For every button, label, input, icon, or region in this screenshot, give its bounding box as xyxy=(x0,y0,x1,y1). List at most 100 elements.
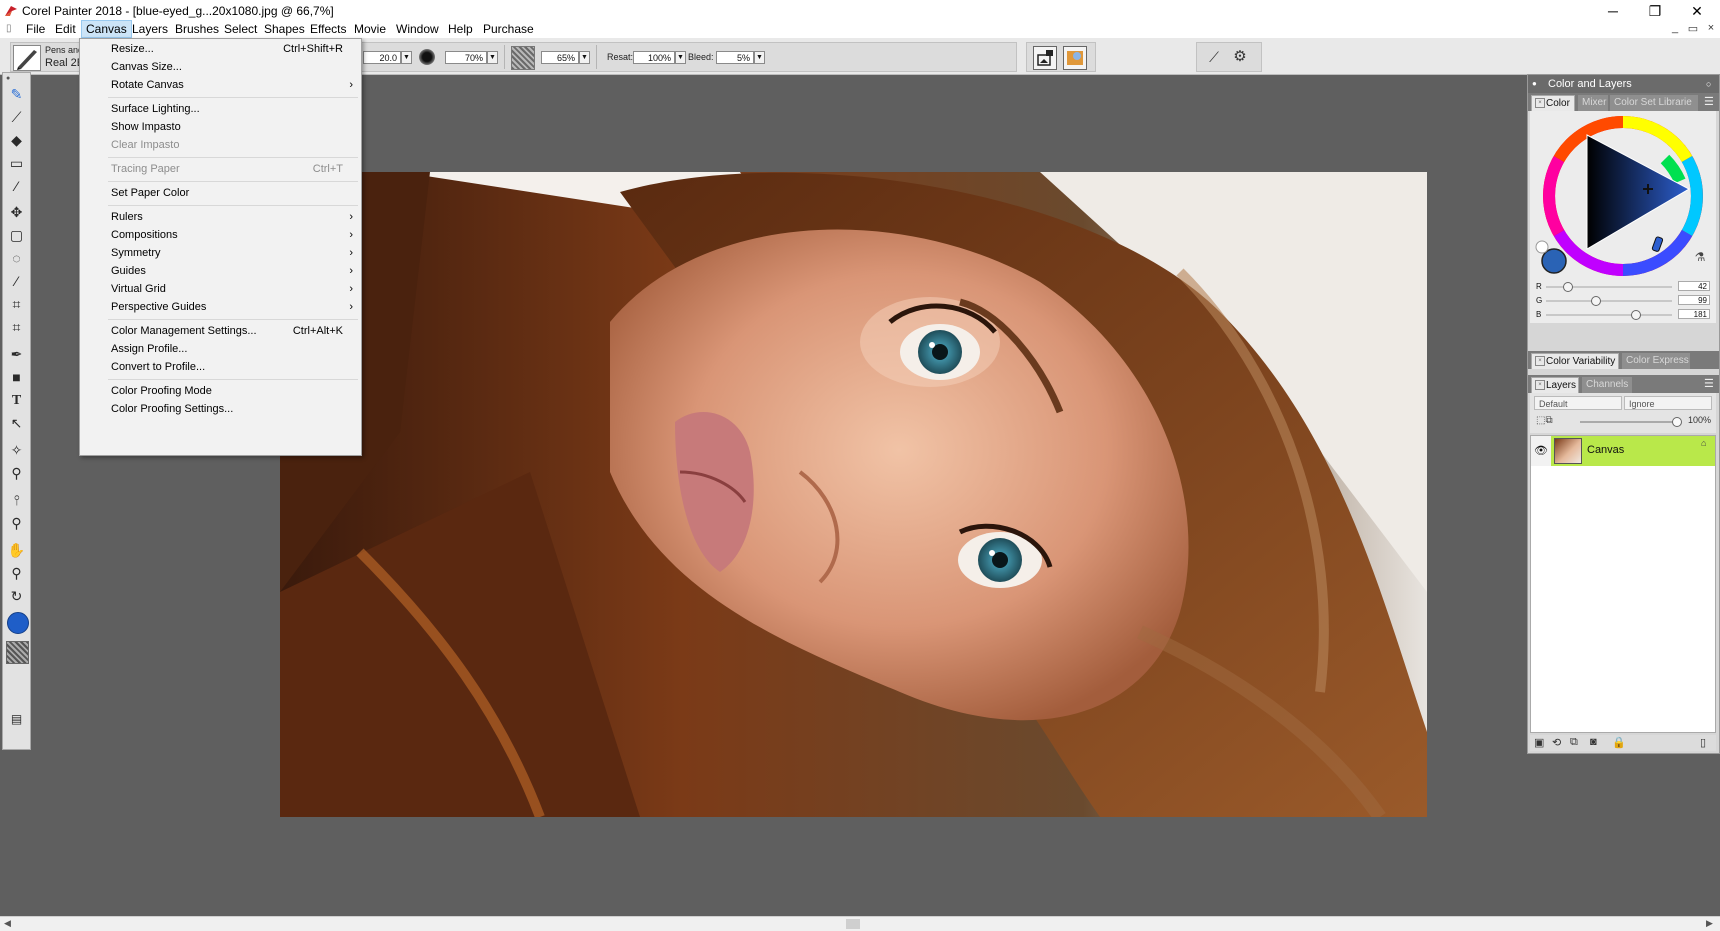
red-value-field[interactable]: 42 xyxy=(1678,281,1710,291)
dodge-tool-icon[interactable]: ⚲ xyxy=(6,464,27,483)
scroll-right-icon[interactable]: ▶ xyxy=(1706,918,1713,929)
crop-select-tool-icon[interactable]: ⌗ xyxy=(6,295,27,314)
color-wheel[interactable]: ⚗ xyxy=(1530,111,1716,279)
green-value-field[interactable]: 99 xyxy=(1678,295,1710,305)
transform-tool-icon[interactable]: ✥ xyxy=(6,203,27,222)
layer-name[interactable]: Canvas xyxy=(1587,444,1624,456)
menu-movie[interactable]: Movie xyxy=(350,21,390,37)
menu-purchase[interactable]: Purchase xyxy=(479,21,538,37)
menu-shapes[interactable]: Shapes xyxy=(260,21,309,37)
magic-wand-tool-icon[interactable]: ⁄ xyxy=(6,272,27,291)
menu-item-virtual-grid[interactable]: Virtual Grid › xyxy=(80,280,361,299)
hue-handle[interactable] xyxy=(1651,236,1664,252)
current-color-swatch[interactable] xyxy=(1541,248,1567,274)
menu-item-rulers[interactable]: Rulers › xyxy=(80,208,361,227)
opacity-track[interactable] xyxy=(1580,421,1676,423)
document-restore-button[interactable]: ▭ xyxy=(1684,22,1702,35)
green-thumb[interactable] xyxy=(1590,296,1601,306)
menu-file[interactable]: File xyxy=(22,21,49,37)
layer-mask-icon[interactable]: ◙ xyxy=(1590,736,1597,748)
grain-field[interactable]: 65% xyxy=(541,51,579,64)
blender-tool-icon[interactable]: ⁄ xyxy=(6,177,27,196)
menu-item-color-management-settings[interactable]: Color Management Settings... Ctrl+Alt+K xyxy=(80,322,361,341)
menu-item-resize[interactable]: Resize... Ctrl+Shift+R xyxy=(80,40,361,59)
panel-menu-icon[interactable]: ☰ xyxy=(1704,377,1714,390)
reference-image-icon[interactable] xyxy=(1033,46,1057,70)
layer-opacity-value[interactable]: 100% xyxy=(1688,415,1711,425)
text-tool-icon[interactable]: T xyxy=(6,391,27,410)
canvas-image[interactable] xyxy=(280,172,1427,817)
eye-visibility-icon[interactable]: 👁 xyxy=(1531,436,1551,466)
menu-edit[interactable]: Edit xyxy=(51,21,80,37)
shape-tool-icon[interactable]: ■ xyxy=(6,368,27,387)
blue-thumb[interactable] xyxy=(1631,310,1642,320)
menu-item-set-paper-color[interactable]: Set Paper Color xyxy=(80,184,361,203)
composite-depth-select[interactable]: Ignore xyxy=(1624,396,1712,410)
media-selector-icon[interactable]: ▤ xyxy=(6,710,27,729)
delete-layer-icon[interactable]: ▯ xyxy=(1700,736,1706,749)
shape-selection-tool-icon[interactable]: ↖ xyxy=(6,414,27,433)
bleed-field[interactable]: 5% xyxy=(716,51,754,64)
close-tab-icon[interactable]: × xyxy=(1535,98,1545,108)
document-minimize-button[interactable]: _ xyxy=(1666,22,1684,34)
menu-item-surface-lighting[interactable]: Surface Lighting... xyxy=(80,100,361,119)
menu-item-perspective-guides[interactable]: Perspective Guides › xyxy=(80,298,361,317)
brush-dab-icon[interactable] xyxy=(419,49,435,65)
minimize-button[interactable]: ─ xyxy=(1590,0,1636,22)
layer-row-canvas[interactable]: 👁 Canvas ⌂ xyxy=(1531,436,1715,466)
cloner-tool-icon[interactable]: ✧ xyxy=(6,441,27,460)
close-button[interactable]: ✕ xyxy=(1674,0,1720,22)
menu-item-assign-profile[interactable]: Assign Profile... xyxy=(80,340,361,359)
menu-item-rotate-canvas[interactable]: Rotate Canvas › xyxy=(80,76,361,95)
grain-dropdown-icon[interactable]: ▼ xyxy=(579,51,590,64)
close-tab-icon[interactable]: × xyxy=(1535,356,1545,366)
eraser-tool-icon[interactable]: ▭ xyxy=(6,154,27,173)
blue-value-field[interactable]: 181 xyxy=(1678,309,1710,319)
document-close-button[interactable]: × xyxy=(1702,22,1720,34)
layer-commands-icon[interactable]: ▣ xyxy=(1534,736,1544,749)
tab-mixer[interactable]: Mixer xyxy=(1578,95,1608,111)
resat-dropdown-icon[interactable]: ▼ xyxy=(675,51,686,64)
tab-color-express[interactable]: Color Express xyxy=(1622,353,1690,369)
panel-close-icon[interactable]: ○ xyxy=(1706,75,1711,93)
menu-item-color-proofing-mode[interactable]: Color Proofing Mode xyxy=(80,382,361,401)
blue-slider[interactable]: B 181 xyxy=(1536,309,1716,321)
lasso-tool-icon[interactable]: ◌ xyxy=(6,249,27,268)
gear-icon[interactable]: ⚙ xyxy=(1231,48,1249,66)
paper-grain-icon[interactable] xyxy=(511,46,535,70)
horizontal-scrollbar[interactable]: ◀ ▶ xyxy=(0,916,1720,931)
menu-window[interactable]: Window xyxy=(392,21,443,37)
menu-canvas[interactable]: Canvas xyxy=(81,20,132,38)
mirror-tool-icon[interactable]: ⫯ xyxy=(6,491,27,510)
grabber-tool-icon[interactable]: ✋ xyxy=(6,541,27,560)
bleed-dropdown-icon[interactable]: ▼ xyxy=(754,51,765,64)
layer-link-icon[interactable]: ⌂ xyxy=(1701,438,1706,448)
opacity-thumb[interactable] xyxy=(1672,417,1682,427)
brush-tracking-icon[interactable]: ⟋ xyxy=(1205,48,1223,66)
menu-layers[interactable]: Layers xyxy=(128,21,172,37)
menu-item-color-proofing-settings[interactable]: Color Proofing Settings... xyxy=(80,400,361,419)
opacity-dropdown-icon[interactable]: ▼ xyxy=(487,51,498,64)
menu-select[interactable]: Select xyxy=(220,21,261,37)
brush-selector-button[interactable] xyxy=(13,45,41,71)
burn-tool-icon[interactable]: ⚲ xyxy=(6,514,27,533)
rectangle-select-tool-icon[interactable]: ▢ xyxy=(6,226,27,245)
menu-item-symmetry[interactable]: Symmetry › xyxy=(80,244,361,263)
menu-item-guides[interactable]: Guides › xyxy=(80,262,361,281)
rotate-page-tool-icon[interactable]: ↻ xyxy=(6,587,27,606)
menu-item-canvas-size[interactable]: Canvas Size... xyxy=(80,58,361,77)
new-layer-icon[interactable]: ⧉ xyxy=(1570,736,1578,749)
scroll-thumb[interactable] xyxy=(846,919,860,929)
menu-effects[interactable]: Effects xyxy=(306,21,350,37)
pen-tool-icon[interactable]: ✒ xyxy=(6,345,27,364)
dropper-icon[interactable]: ⚗ xyxy=(1695,250,1706,264)
tab-channels[interactable]: Channels xyxy=(1582,377,1632,393)
dynamic-plugins-icon[interactable]: ⟲ xyxy=(1552,736,1561,749)
paper-selector-icon[interactable] xyxy=(6,641,29,664)
dropper-tool-icon[interactable]: ⟋ xyxy=(6,108,27,127)
tab-color-set-libraries[interactable]: Color Set Librarie xyxy=(1610,95,1698,111)
lock-icon[interactable]: 🔒 xyxy=(1612,736,1626,749)
menu-item-show-impasto[interactable]: Show Impasto xyxy=(80,118,361,137)
brush-size-field[interactable]: 20.0 xyxy=(363,51,401,64)
scroll-left-icon[interactable]: ◀ xyxy=(4,918,11,929)
